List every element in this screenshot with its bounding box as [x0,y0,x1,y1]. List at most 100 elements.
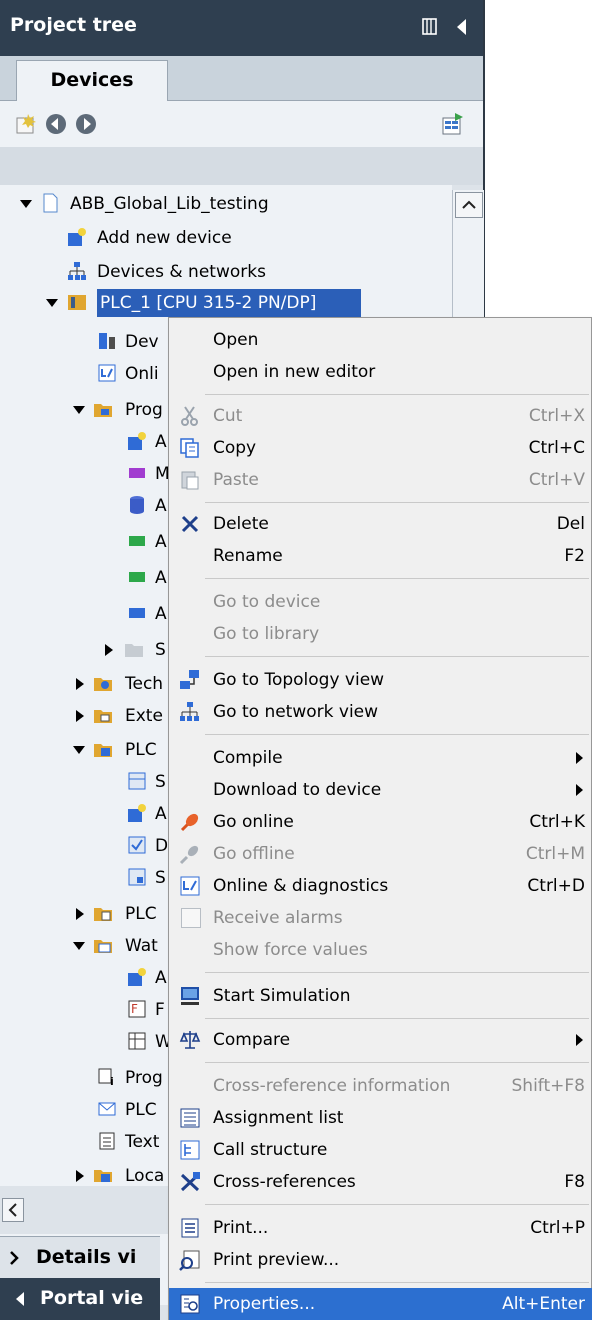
tree-item[interactable]: Loca [0,1160,180,1182]
menu-item-start-simulation[interactable]: Start Simulation [169,980,592,1012]
scroll-up-button[interactable] [455,192,483,218]
tree-item[interactable]: Exte [0,700,180,732]
tree-item[interactable]: Onli [0,358,180,390]
collapse-arrow-icon[interactable] [76,710,84,722]
tree-item-plc1[interactable]: PLC_1 [CPU 315-2 PN/DP] [0,287,450,319]
menu-item-compare[interactable]: Compare [169,1024,592,1056]
tree-item-label: PLC [125,904,157,924]
collapse-arrow-icon[interactable] [76,678,84,690]
scroll-left-button[interactable] [2,1198,24,1222]
tree-item[interactable]: Wat [0,930,180,962]
tree-item[interactable]: A [0,426,180,458]
portal-view-bar[interactable]: Portal vie [0,1278,160,1320]
tree-item[interactable]: PLC [0,898,180,930]
menu-item-open-new-editor[interactable]: Open in new editor [169,356,592,388]
menu-item-go-online[interactable]: Go online Ctrl+K [169,806,592,838]
copy-icon [180,438,199,458]
menu-item-show-force-values[interactable]: Show force values [169,934,592,966]
tree-item[interactable]: M [0,458,180,490]
menu-item-properties[interactable]: Properties... Alt+Enter [169,1288,592,1320]
expand-arrow-icon[interactable] [20,200,32,208]
tree-item[interactable]: i Prog [0,1062,180,1094]
menu-item-delete[interactable]: Delete Del [169,508,592,540]
tree-item[interactable]: A [0,526,180,558]
forward-icon[interactable] [74,112,98,136]
tree-item[interactable]: F F [0,994,180,1026]
menu-item-go-to-device[interactable]: Go to device [169,586,592,618]
network-icon [68,262,86,280]
tree-item[interactable]: Prog [0,394,180,426]
menu-item-shortcut: Ctrl+M [525,844,585,864]
menu-item-topology-view[interactable]: Go to Topology view [169,664,592,696]
menu-item-print[interactable]: Print... Ctrl+P [169,1212,592,1244]
back-icon[interactable] [44,112,68,136]
menu-item-download[interactable]: Download to device [169,774,592,806]
menu-item-label: Cut [213,406,243,426]
menu-item-label: Receive alarms [213,908,343,928]
menu-item-go-to-library[interactable]: Go to library [169,618,592,650]
tree-item[interactable]: Tech [0,668,180,700]
diagnostics-icon [98,364,116,382]
tree-item-label: Tech [125,674,164,694]
tree-item[interactable]: D [0,830,180,862]
menu-item-compile[interactable]: Compile [169,742,592,774]
menu-item-cut[interactable]: Cut Ctrl+X [169,400,592,432]
tree-item[interactable]: Text [0,1126,180,1158]
portal-view-label: Portal vie [40,1287,144,1309]
menu-item-cross-reference-info[interactable]: Cross-reference information Shift+F8 [169,1070,592,1102]
tree-item[interactable]: A [0,598,180,630]
menu-item-call-structure[interactable]: Call structure [169,1134,592,1166]
menu-item-rename[interactable]: Rename F2 [169,540,592,572]
tree-item[interactable]: S [0,766,180,798]
print-preview-icon [179,1250,200,1271]
menu-item-assignment-list[interactable]: Assignment list [169,1102,592,1134]
tree-item[interactable]: PLC [0,734,180,766]
tree-item-project[interactable]: ABB_Global_Lib_testing [0,188,450,220]
submenu-arrow-icon [576,784,583,796]
menu-item-print-preview[interactable]: Print preview... [169,1244,592,1276]
tree-item[interactable]: Dev [0,326,180,358]
menu-item-cross-references[interactable]: Cross-references F8 [169,1166,592,1198]
tree-item[interactable]: S [0,634,180,666]
block-a-icon [129,608,145,618]
menu-item-open[interactable]: Open [169,324,592,356]
tree-item[interactable]: A [0,490,180,522]
chevron-right-icon [10,1251,19,1265]
menu-item-label: Paste [213,470,259,490]
collapse-left-icon[interactable] [454,16,468,38]
menu-separator [205,502,589,503]
collapse-arrow-icon[interactable] [76,1170,84,1182]
expand-arrow-icon[interactable] [73,942,85,950]
menu-item-receive-alarms[interactable]: Receive alarms [169,902,592,934]
menu-item-network-view[interactable]: Go to network view [169,696,592,728]
chevron-left-icon [8,1203,17,1217]
details-view-bar[interactable]: Details vi [0,1236,160,1279]
tree-item[interactable]: A [0,962,180,994]
tree-item-devices-networks[interactable]: Devices & networks [0,256,450,288]
expand-arrow-icon[interactable] [73,746,85,754]
menu-item-copy[interactable]: Copy Ctrl+C [169,432,592,464]
tree-item[interactable]: A [0,562,180,594]
menu-item-label: Call structure [213,1140,328,1160]
menu-item-label: Go to library [213,624,320,644]
menu-item-shortcut: F2 [564,546,585,566]
collapse-arrow-icon[interactable] [105,644,113,656]
menu-item-go-offline[interactable]: Go offline Ctrl+M [169,838,592,870]
menu-separator [205,578,589,579]
dock-icon[interactable] [422,16,438,38]
tree-item[interactable]: S [0,862,180,894]
tree-item-add-device[interactable]: Add new device [0,222,450,254]
menu-item-label: Rename [213,546,283,566]
new-group-icon[interactable] [14,112,38,136]
expand-arrow-icon[interactable] [73,406,85,414]
collapse-arrow-icon[interactable] [76,908,84,920]
expand-arrow-icon[interactable] [46,299,58,307]
tree-item[interactable]: A [0,798,180,830]
tree-item[interactable]: W [0,1026,180,1058]
maximize-overview-icon[interactable] [441,112,465,136]
tab-devices[interactable]: Devices [16,60,168,102]
text-list-icon [99,1132,115,1150]
menu-item-paste[interactable]: Paste Ctrl+V [169,464,592,496]
tree-item[interactable]: PLC [0,1094,180,1126]
menu-item-online-diagnostics[interactable]: Online & diagnostics Ctrl+D [169,870,592,902]
